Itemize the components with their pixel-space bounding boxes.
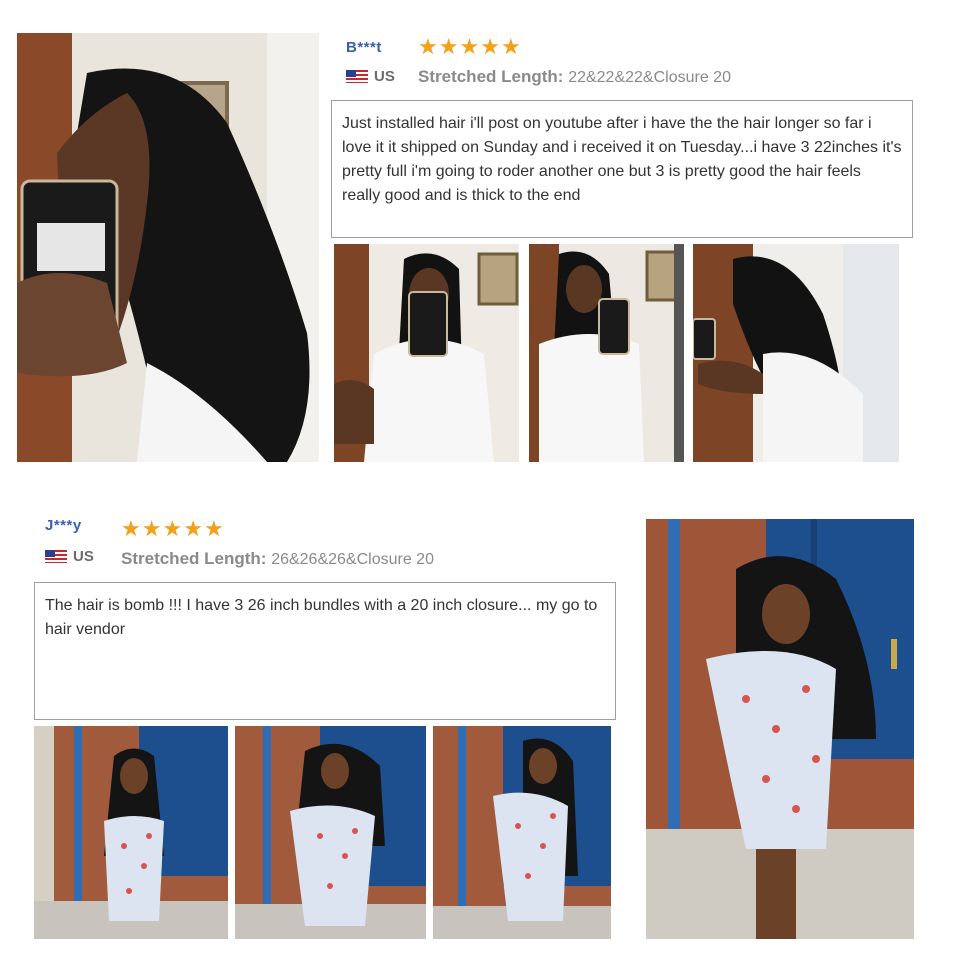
review-1-thumbnail[interactable] — [334, 244, 519, 462]
us-flag-icon — [346, 70, 368, 83]
star-icon: ★ — [459, 34, 480, 59]
star-icon: ★ — [500, 34, 521, 59]
stretched-length: Stretched Length: 22&22&22&Closure 20 — [418, 67, 731, 87]
stretched-length-label: Stretched Length: — [418, 67, 564, 86]
stretched-length-value: 26&26&26&Closure 20 — [271, 551, 434, 568]
country-code: US — [73, 548, 94, 565]
star-icon: ★ — [418, 34, 438, 59]
star-icon: ★ — [121, 516, 141, 541]
review-2-thumbnail[interactable] — [34, 726, 228, 939]
review-text-box: Just installed hair i'll post on youtube… — [331, 100, 913, 238]
rating-stars: ★ ★ ★ ★ ★ — [121, 518, 224, 540]
review-2-thumbnail[interactable] — [433, 726, 611, 939]
review-1-thumbnail[interactable] — [693, 244, 899, 462]
review-text: Just installed hair i'll post on youtube… — [342, 115, 902, 204]
review-2-main-photo[interactable] — [646, 519, 914, 939]
review-text-box: The hair is bomb !!! I have 3 26 inch bu… — [34, 582, 616, 720]
reviewer-country: US — [45, 548, 94, 565]
reviewer-country: US — [346, 68, 395, 85]
review-1-main-photo[interactable] — [17, 33, 319, 462]
star-icon: ★ — [141, 516, 162, 541]
stretched-length: Stretched Length: 26&26&26&Closure 20 — [121, 549, 434, 569]
star-icon: ★ — [162, 516, 183, 541]
star-icon: ★ — [203, 516, 224, 541]
stretched-length-label: Stretched Length: — [121, 549, 267, 568]
review-1-thumbnail[interactable] — [529, 244, 684, 462]
stretched-length-value: 22&22&22&Closure 20 — [568, 69, 731, 86]
rating-stars: ★ ★ ★ ★ ★ — [418, 36, 521, 58]
us-flag-icon — [45, 550, 67, 563]
country-code: US — [374, 68, 395, 85]
star-icon: ★ — [480, 34, 500, 59]
reviewer-name: B***t — [346, 39, 382, 56]
reviewer-name: J***y — [45, 517, 82, 534]
review-text: The hair is bomb !!! I have 3 26 inch bu… — [45, 597, 598, 638]
review-2-thumbnail[interactable] — [235, 726, 426, 939]
star-icon: ★ — [183, 516, 203, 541]
star-icon: ★ — [438, 34, 459, 59]
